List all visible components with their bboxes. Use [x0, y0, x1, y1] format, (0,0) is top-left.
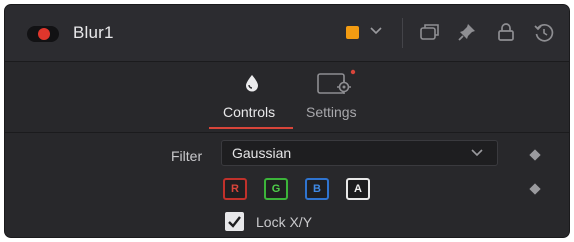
- tab-settings-label: Settings: [306, 104, 357, 120]
- active-tab-indicator: [209, 127, 293, 129]
- filter-dropdown[interactable]: Gaussian: [221, 140, 498, 166]
- node-color-swatch[interactable]: [346, 26, 359, 39]
- lock-xy-checkbox[interactable]: [225, 212, 244, 231]
- channels-keyframe-diamond-icon[interactable]: [529, 183, 541, 195]
- droplet-icon: [246, 75, 258, 92]
- chevron-down-icon: [471, 149, 483, 157]
- lock-xy-label: Lock X/Y: [256, 214, 313, 230]
- channel-r-button[interactable]: R: [223, 178, 247, 200]
- channel-b-button[interactable]: B: [305, 178, 329, 200]
- pin-icon[interactable]: [457, 22, 477, 42]
- node-title: Blur1: [73, 23, 114, 42]
- chevron-down-icon[interactable]: [370, 27, 382, 35]
- header-divider: [402, 18, 403, 48]
- toggle-knob: [38, 28, 50, 40]
- channel-a-button[interactable]: A: [346, 178, 370, 200]
- version-icon[interactable]: [419, 22, 441, 42]
- checkmark-icon: [228, 216, 241, 228]
- filter-keyframe-diamond-icon[interactable]: [529, 149, 541, 161]
- lock-icon[interactable]: [497, 22, 515, 42]
- inspector-tabs: Controls Settings: [5, 62, 569, 133]
- channel-g-button[interactable]: G: [264, 178, 288, 200]
- node-header: Blur1: [5, 5, 569, 62]
- inspector-panel: Blur1 Controls Settings Filter Gaussian …: [4, 4, 570, 238]
- tab-controls-label: Controls: [223, 104, 276, 120]
- filter-label: Filter: [171, 148, 203, 164]
- reset-icon[interactable]: [533, 22, 555, 44]
- node-enable-toggle[interactable]: [27, 26, 59, 42]
- settings-gear-icon: [317, 69, 356, 94]
- filter-value: Gaussian: [232, 145, 292, 161]
